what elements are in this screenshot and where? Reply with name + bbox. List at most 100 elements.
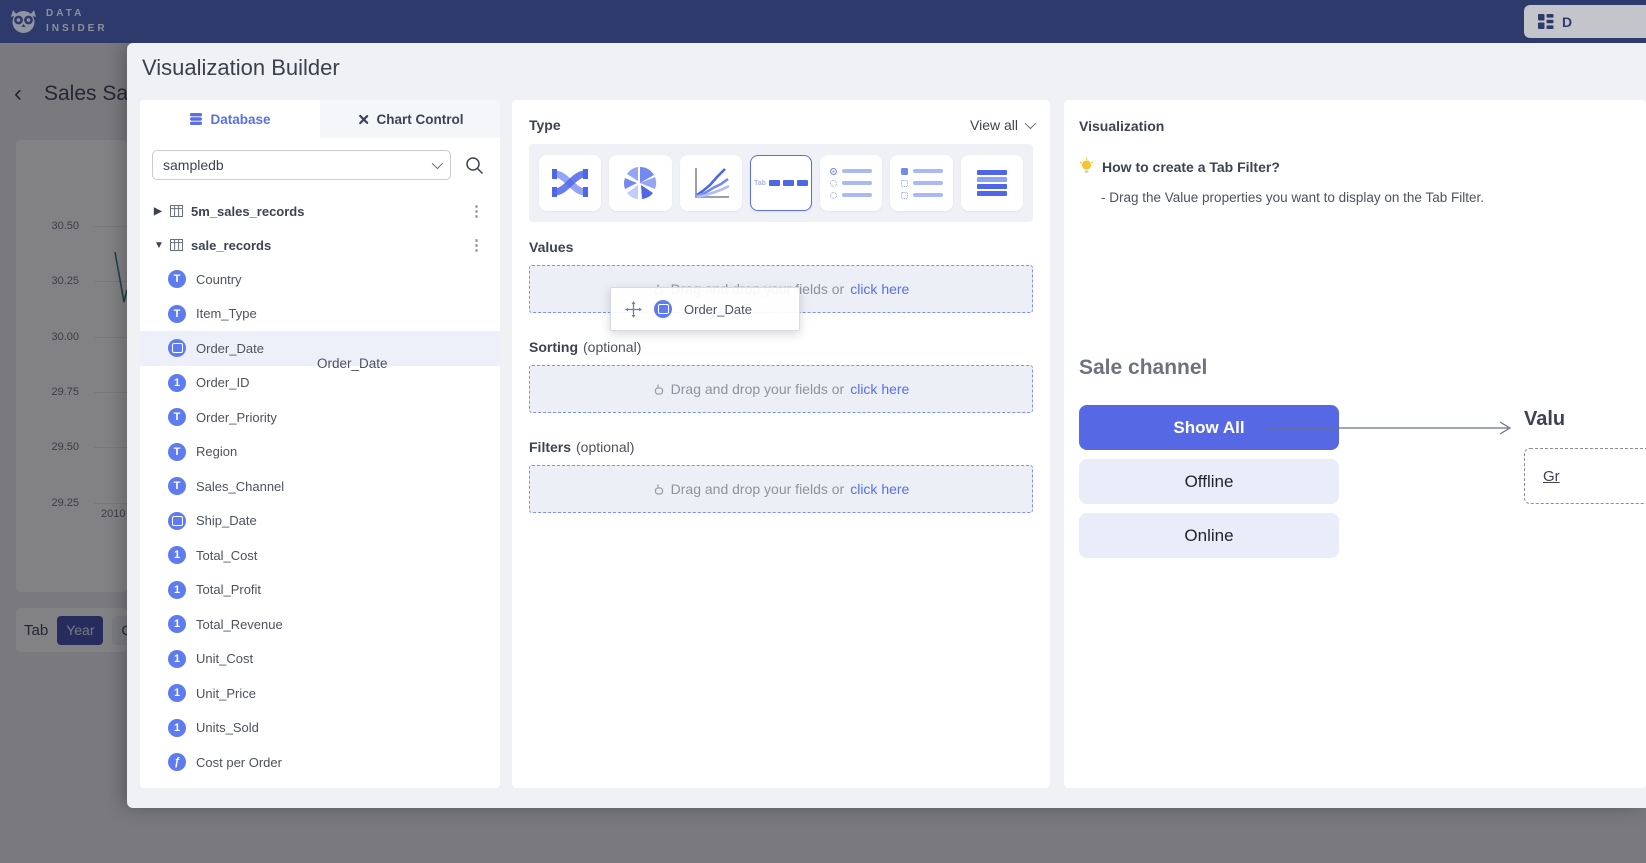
tab-filter-icon-text: Tab <box>754 180 766 187</box>
caret-expanded-icon[interactable]: ▼ <box>154 240 168 251</box>
table-row-sale-records[interactable]: ▼ sale_records ⋮ <box>140 228 500 262</box>
table-name: sale_records <box>191 238 271 253</box>
dropzone-click-here-link[interactable]: click here <box>850 381 909 397</box>
drag-ghost-chip[interactable]: Order_Date <box>610 287 800 331</box>
date-type-icon <box>168 339 186 357</box>
field-label: Unit_Cost <box>196 651 253 666</box>
field-row[interactable]: Unit_Cost <box>140 642 500 677</box>
sankey-icon <box>550 166 590 200</box>
field-row[interactable]: Unit_Price <box>140 676 500 711</box>
annotation-arrow <box>1268 418 1514 443</box>
database-select[interactable]: sampledb <box>152 150 451 180</box>
chart-type-checkbox-list[interactable] <box>890 155 952 211</box>
chart-type-pie[interactable] <box>609 155 671 211</box>
radio-list-icon <box>830 168 872 199</box>
annotation-link[interactable]: Gr <box>1543 468 1560 485</box>
chart-type-line[interactable] <box>680 155 742 211</box>
tab-filter-icon: Tab <box>754 180 808 187</box>
header-dashboard-button-label: D <box>1562 14 1572 30</box>
chevron-down-icon <box>432 158 443 169</box>
chart-type-tab-filter-selected[interactable]: Tab <box>750 155 812 211</box>
brand[interactable]: DATA INSIDER <box>10 7 108 36</box>
widget-title: Sale channel <box>1079 356 1207 380</box>
table-row-5m-sales-records[interactable]: ▶ 5m_sales_records ⋮ <box>140 194 500 228</box>
sorting-dropzone[interactable]: Drag and drop your fields or click here <box>529 365 1033 413</box>
text-type-icon <box>168 408 186 426</box>
app-header: DATA INSIDER D <box>0 0 1646 43</box>
number-type-icon <box>168 684 186 702</box>
drag-hand-icon <box>653 483 665 496</box>
field-row[interactable]: Order_Priority <box>140 400 500 435</box>
lightbulb-icon <box>1079 158 1094 175</box>
field-label: Order_Date <box>196 341 264 356</box>
function-type-icon <box>168 753 186 771</box>
number-type-icon <box>168 650 186 668</box>
caret-collapsed-icon[interactable]: ▶ <box>154 206 168 217</box>
values-section-label: Values <box>529 239 573 255</box>
chevron-down-icon <box>1025 118 1036 129</box>
tip-title: How to create a Tab Filter? <box>1102 159 1280 175</box>
sorting-section-label: Sorting <box>529 339 578 355</box>
type-section-label: Type <box>529 117 561 133</box>
filters-dropzone[interactable]: Drag and drop your fields or click here <box>529 465 1033 513</box>
annotation-heading: Valu <box>1524 408 1565 431</box>
chart-type-table[interactable] <box>961 155 1023 211</box>
builder-panel: Type View all <box>512 100 1050 788</box>
chart-type-radio-list[interactable] <box>820 155 882 211</box>
field-row[interactable]: Country <box>140 262 500 297</box>
field-label: Unit_Price <box>196 686 256 701</box>
header-dashboard-button[interactable]: D <box>1524 5 1646 38</box>
sorting-section-suffix: (optional) <box>583 339 641 355</box>
field-row[interactable]: Item_Type <box>140 297 500 332</box>
brand-line1: DATA <box>46 7 108 22</box>
search-icon[interactable] <box>465 156 484 175</box>
option-online[interactable]: Online <box>1079 513 1339 558</box>
field-label: Region <box>196 444 237 459</box>
field-row[interactable]: Region <box>140 435 500 470</box>
number-type-icon <box>168 581 186 599</box>
table-name: 5m_sales_records <box>191 204 304 219</box>
dropzone-click-here-link[interactable]: click here <box>850 481 909 497</box>
drag-hand-icon <box>653 383 665 396</box>
date-type-icon <box>654 300 672 318</box>
option-offline[interactable]: Offline <box>1079 459 1339 504</box>
tab-chart-control-label: Chart Control <box>377 112 464 127</box>
number-type-icon <box>168 615 186 633</box>
number-type-icon <box>168 374 186 392</box>
field-row[interactable]: Total_Revenue <box>140 607 500 642</box>
field-row[interactable]: Total_Profit <box>140 573 500 608</box>
text-type-icon <box>168 270 186 288</box>
dropzone-click-here-link[interactable]: click here <box>850 281 909 297</box>
pie-icon <box>622 165 658 201</box>
left-panel-tabs: Database Chart Control <box>140 100 500 138</box>
field-row[interactable]: Units_Sold <box>140 711 500 746</box>
drag-ghost-label: Order_Date <box>684 302 752 317</box>
tools-icon <box>357 113 370 126</box>
dashboard-icon <box>1538 14 1554 29</box>
field-label: Item_Type <box>196 306 257 321</box>
table-chart-icon <box>977 170 1007 196</box>
checkbox-list-icon <box>901 168 943 199</box>
move-icon <box>625 301 642 318</box>
field-row[interactable]: Ship_Date <box>140 504 500 539</box>
tab-database[interactable]: Database <box>140 100 320 138</box>
field-label: Sales_Channel <box>196 479 284 494</box>
chart-type-strip: Tab <box>529 144 1033 222</box>
database-icon <box>189 112 203 126</box>
annotation-dashed-box: Gr <box>1524 448 1646 504</box>
field-row[interactable]: Cost per Order <box>140 745 500 780</box>
field-label: Country <box>196 272 242 287</box>
view-all-dropdown[interactable]: View all <box>970 117 1033 133</box>
table-menu-kebab-icon[interactable]: ⋮ <box>469 202 484 220</box>
text-type-icon <box>168 477 186 495</box>
field-label: Order_Priority <box>196 410 277 425</box>
tab-chart-control[interactable]: Chart Control <box>320 100 500 138</box>
table-menu-kebab-icon[interactable]: ⋮ <box>469 236 484 254</box>
field-label: Order_ID <box>196 375 249 390</box>
field-row[interactable]: Sales_Channel <box>140 469 500 504</box>
field-row[interactable]: Total_Cost <box>140 538 500 573</box>
visualization-panel: Visualization How to create a Tab Filter… <box>1064 100 1646 788</box>
chart-type-sankey[interactable] <box>539 155 601 211</box>
filters-section-label: Filters <box>529 439 571 455</box>
dropzone-placeholder: Drag and drop your fields or <box>671 481 845 497</box>
